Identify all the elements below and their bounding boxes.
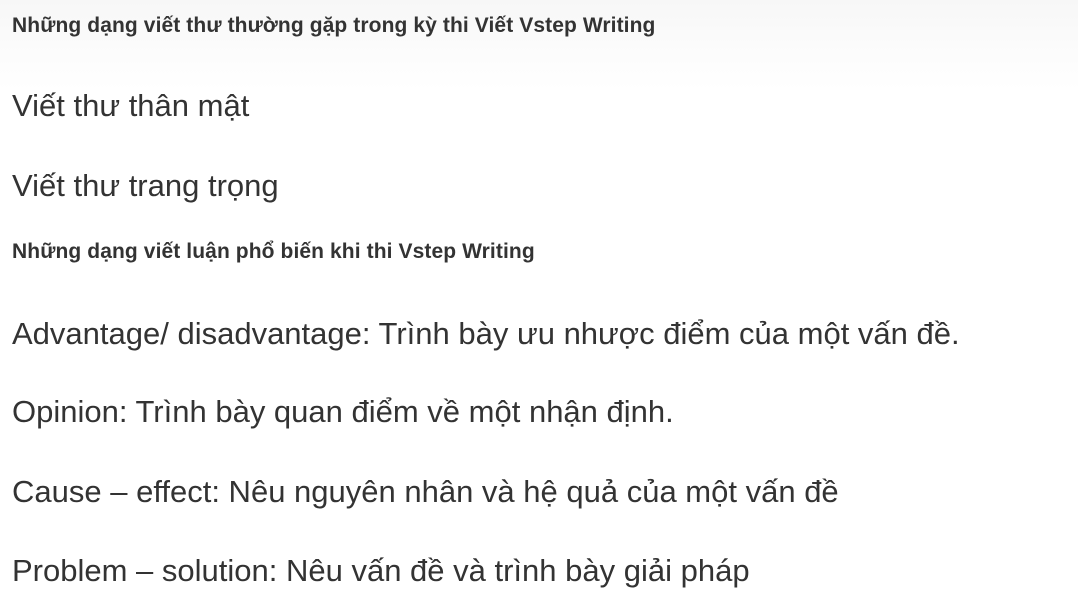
letter-types-heading: Những dạng viết thư thường gặp trong kỳ … bbox=[12, 14, 656, 37]
essay-types-heading: Những dạng viết luận phổ biến khi thi Vs… bbox=[12, 240, 535, 263]
essay-type-advantage-disadvantage: Advantage/ disadvantage: Trình bày ưu nh… bbox=[12, 316, 960, 351]
essay-type-cause-effect: Cause – effect: Nêu nguyên nhân và hệ qu… bbox=[12, 474, 839, 509]
letter-type-informal: Viết thư thân mật bbox=[12, 88, 250, 123]
essay-type-problem-solution: Problem – solution: Nêu vấn đề và trình … bbox=[12, 553, 750, 588]
essay-type-opinion: Opinion: Trình bày quan điểm về một nhận… bbox=[12, 394, 674, 429]
letter-type-formal: Viết thư trang trọng bbox=[12, 168, 279, 203]
